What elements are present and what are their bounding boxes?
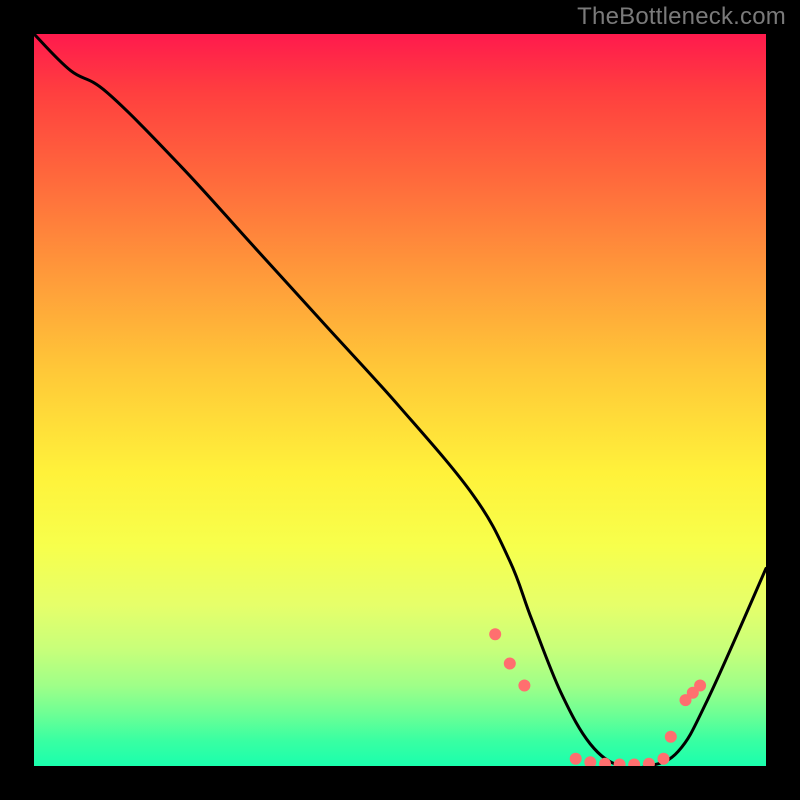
series-markers <box>489 628 706 766</box>
marker-dot <box>665 731 677 743</box>
chart-svg <box>34 34 766 766</box>
marker-dot <box>628 759 640 767</box>
marker-dot <box>504 658 516 670</box>
marker-dot <box>518 680 530 692</box>
series-curve <box>34 34 766 766</box>
plot-area <box>34 34 766 766</box>
marker-dot <box>599 758 611 766</box>
marker-dot <box>643 758 655 766</box>
marker-dot <box>584 756 596 766</box>
marker-dot <box>614 759 626 767</box>
marker-dot <box>694 680 706 692</box>
watermark-text: TheBottleneck.com <box>577 3 786 31</box>
chart-frame: TheBottleneck.com <box>0 0 800 800</box>
marker-dot <box>489 628 501 640</box>
marker-dot <box>658 753 670 765</box>
marker-dot <box>570 753 582 765</box>
